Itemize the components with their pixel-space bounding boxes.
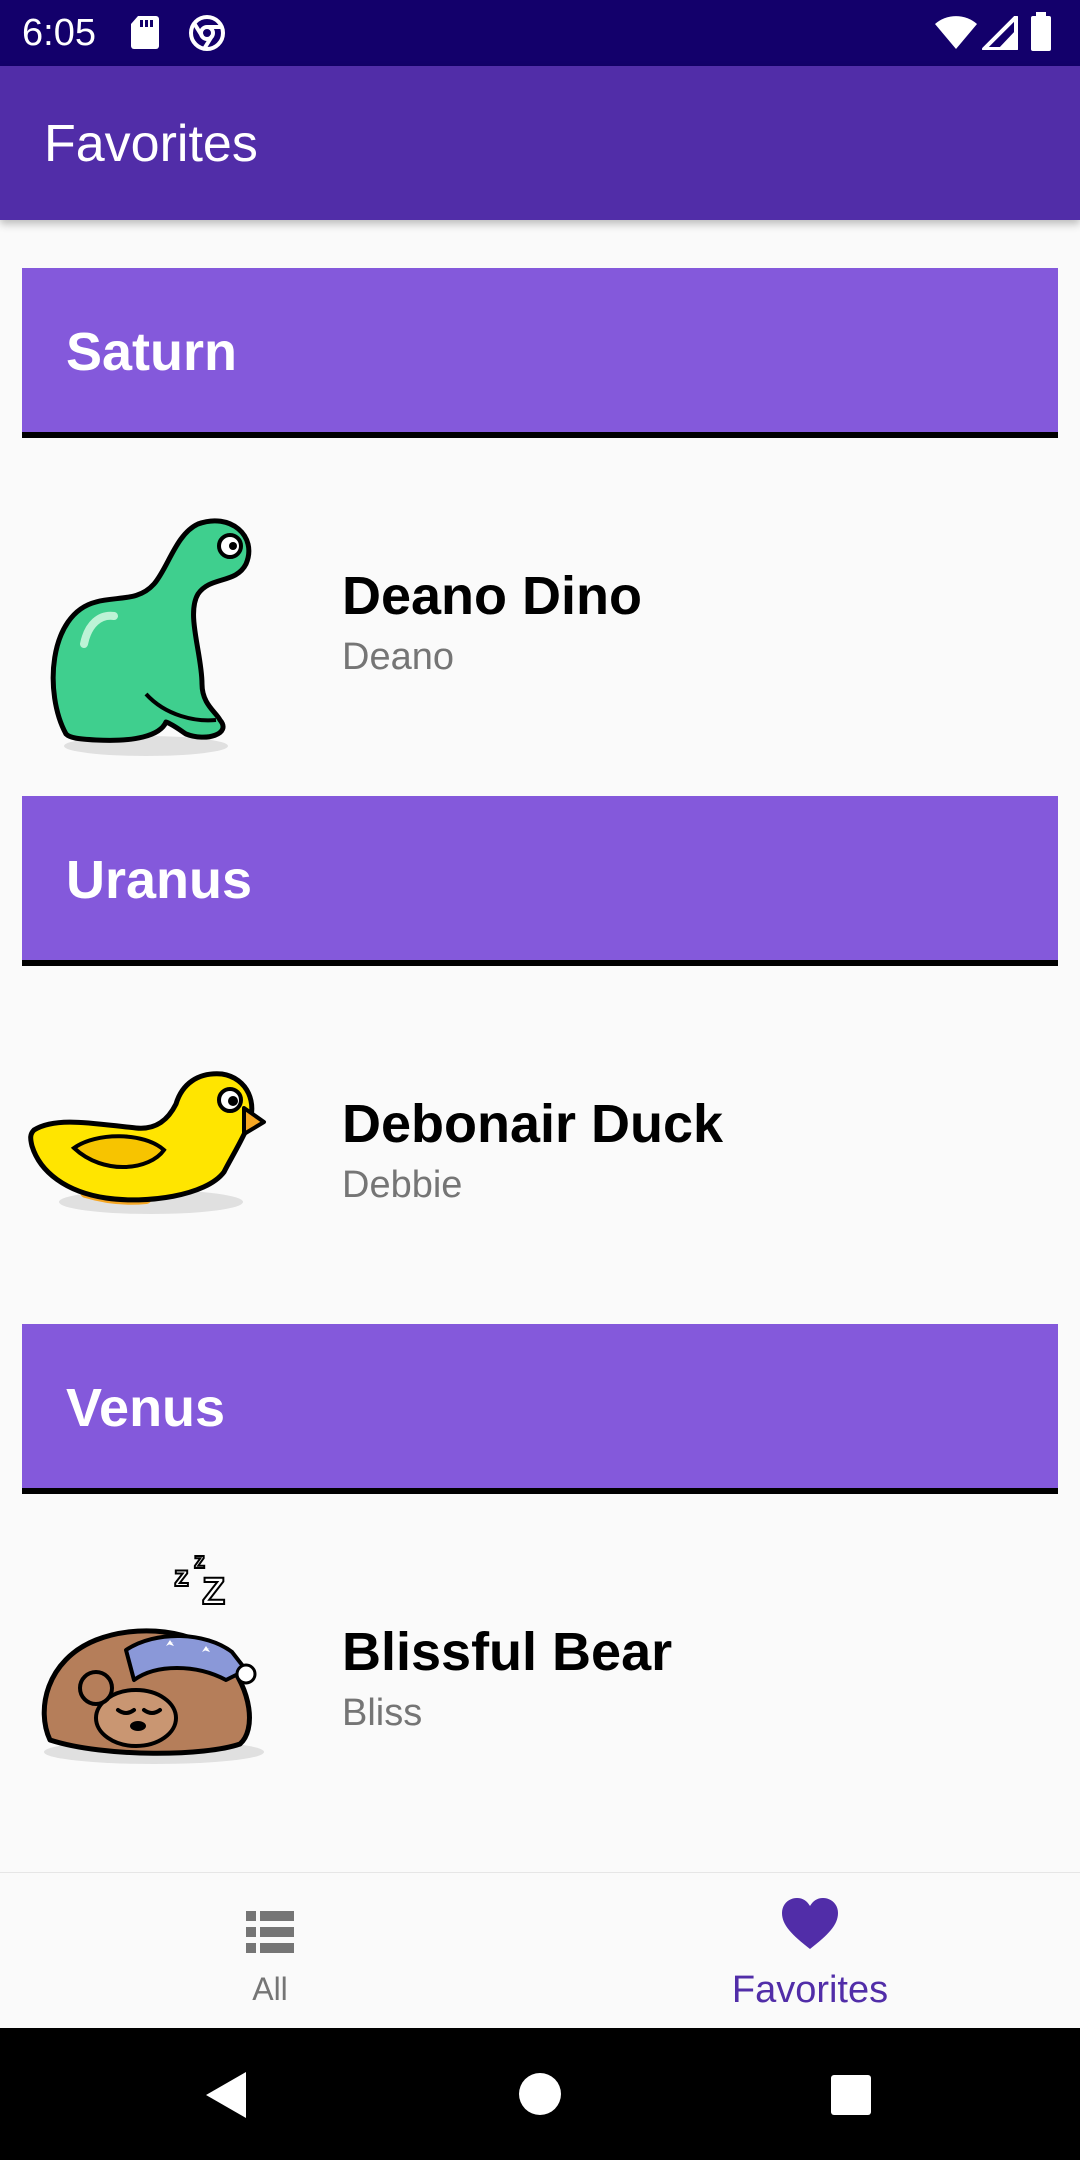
page-title: Favorites: [44, 115, 258, 173]
list-item[interactable]: Debonair Duck Debbie: [0, 972, 1080, 1330]
bottom-navigation: All Favorites: [0, 1872, 1080, 2028]
svg-text:Z: Z: [202, 1571, 225, 1613]
sd-card-icon: [130, 14, 160, 55]
wifi-icon: [934, 16, 978, 55]
sticker-nickname: Bliss: [342, 1692, 423, 1734]
sleeping-bear-sticker-image: z z Z: [26, 1540, 286, 1820]
battery-icon: [1030, 12, 1052, 57]
duck-sticker-image: [26, 1012, 286, 1292]
svg-text:z: z: [194, 1548, 205, 1573]
home-button[interactable]: [518, 2072, 562, 2121]
sticker-nickname: Deano: [342, 636, 454, 678]
favorites-list[interactable]: Saturn Deano Dino Deano Uranus Debonair …: [0, 220, 1080, 1872]
nav-item-all[interactable]: All: [0, 1873, 540, 2029]
sticker-name: Blissful Bear: [342, 1622, 673, 1682]
sticker-name: Deano Dino: [342, 566, 643, 626]
section-label: Saturn: [66, 322, 238, 382]
system-navigation-bar: [0, 2028, 1080, 2160]
signal-icon: [982, 15, 1018, 55]
section-header-venus: Venus: [22, 1324, 1058, 1494]
status-bar: 6:05: [0, 0, 1080, 66]
nav-label-all: All: [252, 1971, 288, 2007]
list-icon: [246, 1911, 294, 1958]
svg-text:z: z: [174, 1560, 189, 1593]
sticker-nickname: Debbie: [342, 1164, 463, 1206]
chrome-icon: [188, 14, 226, 57]
section-header-saturn: Saturn: [22, 268, 1058, 438]
recents-button[interactable]: [830, 2074, 872, 2121]
sticker-name: Debonair Duck: [342, 1094, 724, 1154]
list-item[interactable]: z z Z Blissful Bear Bliss: [0, 1500, 1080, 1858]
section-label: Venus: [66, 1378, 226, 1438]
section-label: Uranus: [66, 850, 253, 910]
status-time: 6:05: [22, 12, 96, 54]
dinosaur-sticker-image: [26, 484, 286, 764]
list-item[interactable]: Deano Dino Deano: [0, 444, 1080, 802]
app-bar: Favorites: [0, 66, 1080, 220]
favorites-screen: 6:05 Favorites Saturn Deano Dino Deano U…: [0, 0, 1080, 2160]
nav-item-favorites[interactable]: Favorites: [540, 1873, 1080, 2029]
nav-label-favorites: Favorites: [731, 1969, 889, 2011]
back-button[interactable]: [204, 2070, 248, 2125]
heart-icon: [780, 1897, 840, 1956]
section-header-uranus: Uranus: [22, 796, 1058, 966]
